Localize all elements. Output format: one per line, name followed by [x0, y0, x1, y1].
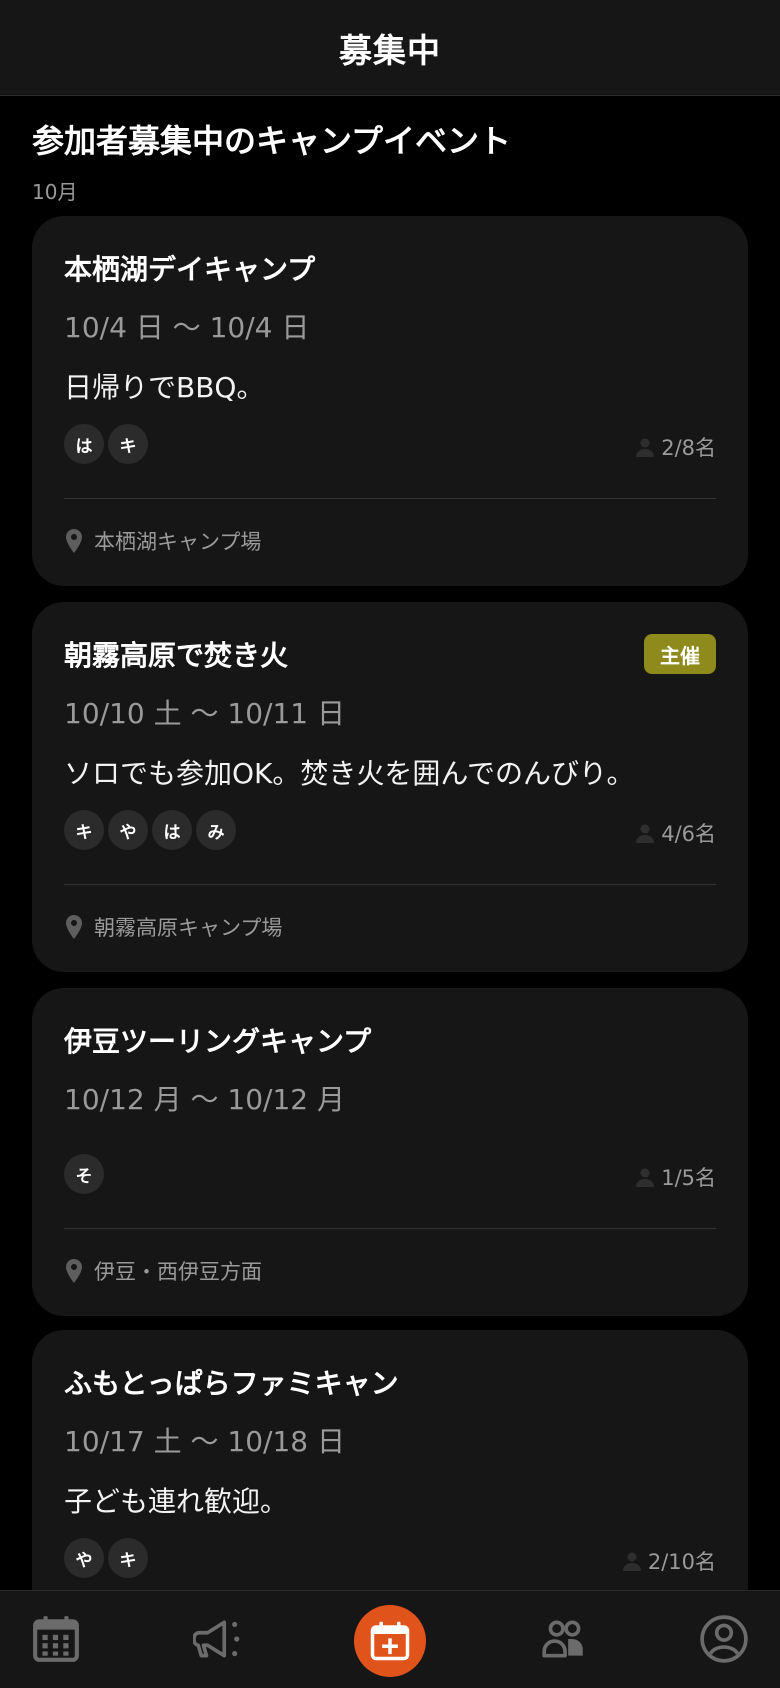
- card-divider: [64, 498, 716, 499]
- nav-create-event[interactable]: [354, 1605, 426, 1677]
- avatar: キ: [108, 1538, 148, 1578]
- location-pin-icon: [66, 1259, 82, 1283]
- avatar: そ: [64, 1154, 104, 1194]
- megaphone-icon: [193, 1620, 240, 1658]
- participant-count: 2/10名: [622, 1546, 716, 1576]
- month-label: 10月: [32, 180, 78, 204]
- event-card[interactable]: 朝霧高原で焚き火 主催 10/10 土 〜 10/11 日 ソロでも参加OK。焚…: [32, 602, 748, 972]
- nav-members[interactable]: [536, 1611, 592, 1667]
- group-icon: [542, 1620, 583, 1658]
- app-header: 募集中: [0, 0, 780, 96]
- participant-count: 4/6名: [635, 818, 716, 848]
- event-location[interactable]: 朝霧高原キャンプ場: [64, 912, 282, 942]
- location-pin-icon: [66, 529, 82, 553]
- avatar: み: [196, 810, 236, 850]
- person-icon: [636, 438, 655, 457]
- event-description: 子ども連れ歓迎。: [64, 1485, 289, 1518]
- participant-count: 2/8名: [635, 432, 716, 462]
- nav-calendar[interactable]: [28, 1611, 84, 1667]
- participant-avatars: キ や は み: [64, 810, 236, 850]
- person-icon: [636, 1168, 655, 1187]
- location-pin-icon: [66, 915, 82, 939]
- participant-count-text: 2/10名: [647, 1550, 716, 1574]
- nav-announcements[interactable]: [190, 1611, 246, 1667]
- event-date: 10/10 土 〜 10/11 日: [64, 697, 345, 730]
- event-title: 伊豆ツーリングキャンプ: [64, 1025, 372, 1058]
- participant-count-text: 2/8名: [661, 436, 716, 460]
- card-divider: [64, 1228, 716, 1229]
- participant-count: 1/5名: [635, 1162, 716, 1192]
- event-location[interactable]: 本栖湖キャンプ場: [64, 526, 261, 556]
- location-text: 本栖湖キャンプ場: [94, 530, 262, 554]
- avatar: や: [108, 810, 148, 850]
- profile-icon: [700, 1615, 748, 1663]
- event-card[interactable]: ふもとっぱらファミキャン 10/17 土 〜 10/18 日 子ども連れ歓迎。 …: [32, 1330, 748, 1590]
- event-card[interactable]: 伊豆ツーリングキャンプ 10/12 月 〜 10/12 月 そ 1/5名 伊豆・…: [32, 988, 748, 1316]
- bottom-nav: [0, 1590, 780, 1688]
- event-date: 10/4 日 〜 10/4 日: [64, 311, 310, 344]
- avatar: や: [64, 1538, 104, 1578]
- avatar: は: [152, 810, 192, 850]
- event-date: 10/17 土 〜 10/18 日: [64, 1425, 345, 1458]
- participant-count-text: 4/6名: [661, 822, 716, 846]
- person-icon: [622, 1552, 641, 1571]
- event-title: ふもとっぱらファミキャン: [64, 1367, 399, 1400]
- avatar: は: [64, 424, 104, 464]
- location-text: 伊豆・西伊豆方面: [94, 1260, 262, 1284]
- calendar-icon: [33, 1616, 79, 1662]
- participant-avatars: そ: [64, 1154, 104, 1194]
- participant-avatars: は キ: [64, 424, 148, 464]
- event-title: 本栖湖デイキャンプ: [64, 253, 316, 286]
- participant-count-text: 1/5名: [661, 1166, 716, 1190]
- organizer-badge: 主催: [644, 634, 716, 674]
- section-title: 参加者募集中のキャンプイベント: [32, 122, 512, 160]
- avatar: キ: [108, 424, 148, 464]
- event-list-screen[interactable]: 参加者募集中のキャンプイベント 10月 本栖湖デイキャンプ 10/4 日 〜 1…: [0, 96, 780, 1590]
- event-card[interactable]: 本栖湖デイキャンプ 10/4 日 〜 10/4 日 日帰りでBBQ。 は キ 2…: [32, 216, 748, 586]
- event-description: ソロでも参加OK。焚き火を囲んでのんびり。: [64, 757, 635, 790]
- avatar: キ: [64, 810, 104, 850]
- event-location[interactable]: 伊豆・西伊豆方面: [64, 1256, 262, 1286]
- nav-profile[interactable]: [696, 1611, 752, 1667]
- calendar-plus-icon: [370, 1621, 410, 1661]
- participant-avatars: や キ: [64, 1538, 148, 1578]
- event-date: 10/12 月 〜 10/12 月: [64, 1083, 345, 1116]
- event-description: 日帰りでBBQ。: [64, 371, 265, 404]
- page-title: 募集中: [339, 30, 441, 70]
- person-icon: [636, 824, 655, 843]
- location-text: 朝霧高原キャンプ場: [94, 916, 283, 940]
- event-title: 朝霧高原で焚き火: [64, 639, 289, 672]
- card-divider: [64, 884, 716, 885]
